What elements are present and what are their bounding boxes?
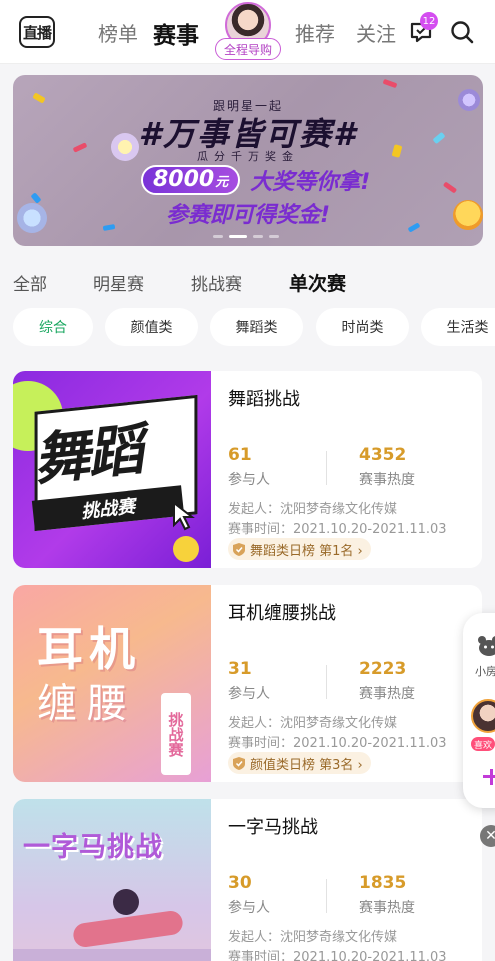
filter-chip-dance[interactable]: 舞蹈类 <box>210 308 303 346</box>
avatar-label: 全程导购 <box>215 38 281 60</box>
heat-count: 2223 <box>359 659 407 679</box>
event-organizer: 发起人：沈阳梦奇缘文化传媒 <box>228 502 398 517</box>
widget-avatar[interactable] <box>471 699 495 733</box>
participants-label: 参与人 <box>228 900 270 916</box>
prize-pill: 8000 元 <box>141 165 241 195</box>
guide-avatar-button[interactable]: 全程导购 <box>215 2 281 60</box>
carousel-dot[interactable] <box>213 235 223 238</box>
participants-label: 参与人 <box>228 472 270 488</box>
banner-tagline: 瓜分千万奖金 <box>197 150 299 163</box>
tab-events[interactable]: 赛事 <box>153 16 199 50</box>
thumb-subtitle: 挑战赛 <box>161 693 191 775</box>
banner-prize-row: 8000 元 大奖等你拿! <box>141 164 370 196</box>
banner-cta: 参赛即可得奖金! <box>165 203 331 228</box>
shield-icon <box>233 756 245 770</box>
thumb-title: 舞蹈 <box>30 417 145 494</box>
participants-label: 参与人 <box>228 686 270 702</box>
prize-text: 大奖等你拿! <box>250 170 371 195</box>
heat-count: 4352 <box>359 445 407 465</box>
event-card[interactable]: 一字马挑战 一字马挑战 30 参与人 1835 赛事热度 发起人：沈阳梦奇缘文化… <box>13 799 482 961</box>
event-card[interactable]: 耳机 缠腰 挑战赛 耳机缠腰挑战 31 参与人 2223 赛事热度 发起人：沈阳… <box>13 585 482 782</box>
widget-label-1: 小房 <box>475 665 495 678</box>
tab-rankings[interactable]: 榜单 <box>98 18 138 47</box>
prize-unit: 元 <box>215 175 229 190</box>
thumb-title-2: 缠腰 <box>37 681 137 727</box>
filter-chip-life[interactable]: 生活类 <box>421 308 495 346</box>
carousel-dots <box>213 235 279 238</box>
promo-banner[interactable]: 跟明星一起 #万事皆可赛# 瓜分千万奖金 8000 元 大奖等你拿! 参赛即可得… <box>13 75 483 246</box>
stat-divider <box>326 879 327 913</box>
event-organizer: 发起人：沈阳梦奇缘文化传媒 <box>228 716 398 731</box>
stat-divider <box>326 665 327 699</box>
search-icon[interactable] <box>449 19 475 45</box>
participants-count: 31 <box>228 659 252 679</box>
rank-text: 颜值类日榜 第3名 › <box>250 757 363 773</box>
tab-recommend[interactable]: 推荐 <box>295 18 335 47</box>
rank-badge[interactable]: 颜值类日榜 第3名 › <box>228 752 371 774</box>
event-thumbnail: 舞蹈 挑战赛 <box>13 371 211 568</box>
plus-icon-vertical <box>489 768 493 785</box>
heat-label: 赛事热度 <box>359 472 415 488</box>
event-organizer: 发起人：沈阳梦奇缘文化传媒 <box>228 930 398 945</box>
live-button[interactable]: 直播 <box>19 16 55 48</box>
event-time: 赛事时间：2021.10.20-2021.11.03 <box>228 950 447 961</box>
cursor-icon <box>173 501 195 531</box>
event-time: 赛事时间：2021.10.20-2021.11.03 <box>228 736 447 751</box>
event-title: 舞蹈挑战 <box>228 389 300 410</box>
event-time: 赛事时间：2021.10.20-2021.11.03 <box>228 522 447 537</box>
category-tab-challenge[interactable]: 挑战赛 <box>191 270 242 295</box>
heat-label: 赛事热度 <box>359 686 415 702</box>
thumb-subtitle: 挑战赛 <box>80 496 137 523</box>
carousel-dot-active[interactable] <box>229 235 247 238</box>
thumb-title: 一字马挑战 <box>23 832 163 863</box>
event-title: 耳机缠腰挑战 <box>228 603 336 624</box>
filter-chip-looks[interactable]: 颜值类 <box>105 308 198 346</box>
floating-widget[interactable]: 小房 喜欢 <box>463 613 495 808</box>
category-tab-single[interactable]: 单次赛 <box>289 269 346 296</box>
tab-follow[interactable]: 关注 <box>356 18 396 47</box>
shield-icon <box>233 542 245 556</box>
filter-chip-fashion[interactable]: 时尚类 <box>316 308 409 346</box>
event-title: 一字马挑战 <box>228 817 318 838</box>
event-card[interactable]: 舞蹈 挑战赛 舞蹈挑战 61 参与人 4352 赛事热度 发起人：沈阳梦奇缘文化… <box>13 371 482 568</box>
stat-divider <box>326 451 327 485</box>
rank-text: 舞蹈类日榜 第1名 › <box>250 543 363 559</box>
carousel-dot[interactable] <box>253 235 263 238</box>
filter-chip-overall[interactable]: 综合 <box>13 308 93 346</box>
top-nav-bar: 直播 榜单 赛事 全程导购 推荐 关注 12 <box>0 0 495 64</box>
carousel-dot[interactable] <box>269 235 279 238</box>
rank-badge[interactable]: 舞蹈类日榜 第1名 › <box>228 538 371 560</box>
prize-amount: 8000 <box>153 167 215 192</box>
participants-count: 30 <box>228 873 252 893</box>
category-tab-star[interactable]: 明星赛 <box>93 270 144 295</box>
message-badge: 12 <box>420 12 438 30</box>
widget-label-2: 喜欢 <box>471 737 495 751</box>
heat-count: 1835 <box>359 873 407 893</box>
thumb-title: 耳机 <box>37 622 141 676</box>
heat-label: 赛事热度 <box>359 900 415 916</box>
category-tab-all[interactable]: 全部 <box>13 270 47 295</box>
event-thumbnail: 耳机 缠腰 挑战赛 <box>13 585 211 782</box>
bear-icon <box>478 636 495 656</box>
participants-count: 61 <box>228 445 252 465</box>
event-thumbnail: 一字马挑战 <box>13 799 211 961</box>
close-icon[interactable]: ✕ <box>480 825 495 847</box>
